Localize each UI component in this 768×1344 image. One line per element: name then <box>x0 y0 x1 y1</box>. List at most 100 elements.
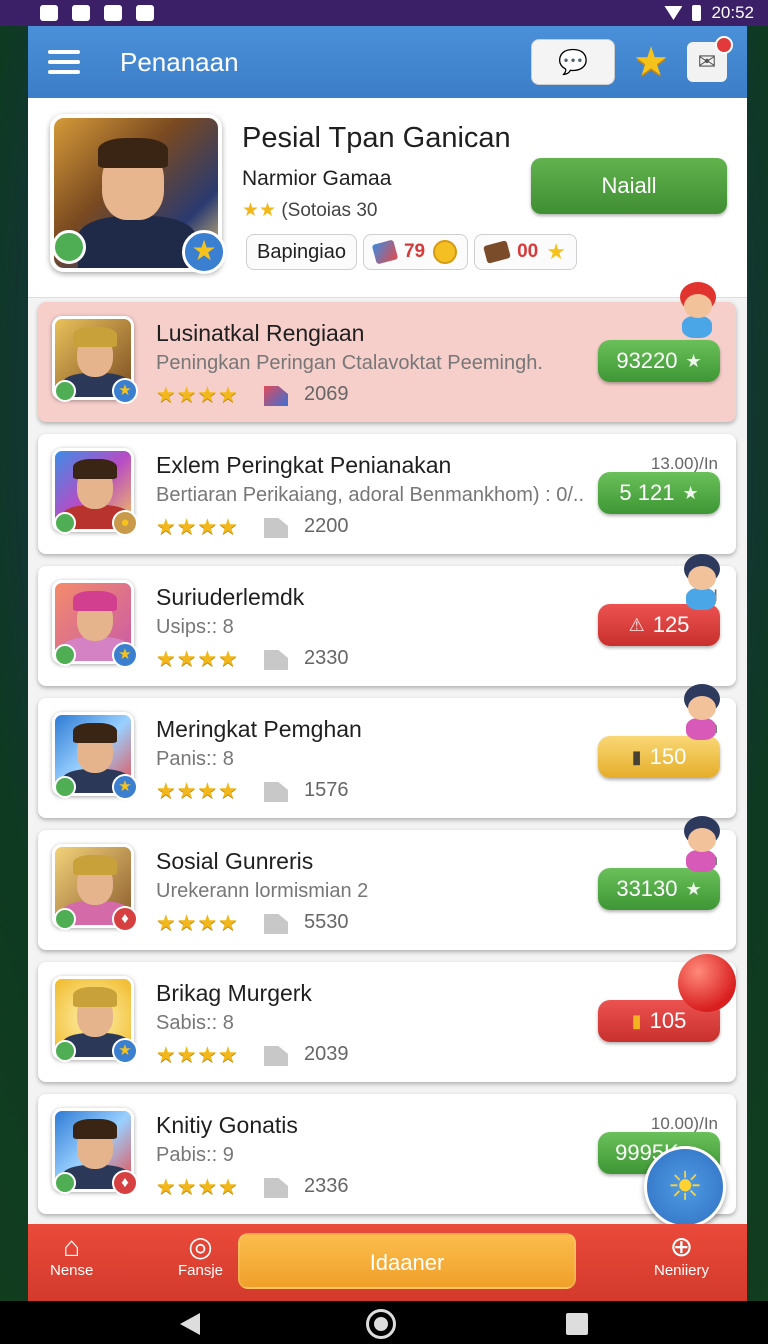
gift-badge-icon: ♦ <box>112 1170 138 1196</box>
list-item[interactable]: ♦ Knitiy Gonatis Pabis:: 9 ★★★★ 2336 10.… <box>38 1094 736 1214</box>
gem-chip[interactable]: 79 <box>362 234 469 270</box>
chat-bubble-icon: 💬 <box>558 48 589 76</box>
star-icon: ★ <box>685 350 702 371</box>
item-stars: ★★★★ <box>156 778 239 803</box>
nav-profile-label: Fansje <box>178 1262 224 1279</box>
item-description: Sabis:: 8 <box>156 1012 234 1034</box>
item-description: Bertiaran Perikaiang, adoral Benmankhom)… <box>156 484 584 506</box>
recent-apps-icon[interactable] <box>566 1313 588 1335</box>
item-count: 1576 <box>304 779 349 801</box>
balloon-icon <box>678 954 736 1012</box>
score-badge-button[interactable]: ⚠ 125 <box>598 604 720 646</box>
item-stars: ★★★★ <box>156 514 239 539</box>
rating-stars: ★★ <box>242 200 277 221</box>
warning-icon: ⚠ <box>628 614 645 635</box>
score-badge-button[interactable]: 33130 ★ <box>598 868 720 910</box>
gem-icon <box>264 386 288 406</box>
level-badge-icon <box>54 512 76 534</box>
score-value: 150 <box>649 744 687 769</box>
nav-right[interactable]: ⊕ Neniiery <box>654 1231 709 1280</box>
messages-button[interactable]: ✉ <box>687 36 733 82</box>
coin-badge-icon: ● <box>112 510 138 536</box>
mascot-icon <box>678 684 724 740</box>
gem-count: 79 <box>403 241 426 262</box>
profile-avatar[interactable]: ★ <box>50 114 226 274</box>
profile-title: Pesial Tpan Ganican <box>242 122 511 154</box>
menu-icon[interactable] <box>48 50 80 74</box>
item-side-label: 13.00)/In <box>650 454 718 473</box>
item-stars: ★★★★ <box>156 1042 239 1067</box>
brick-count: 00 <box>517 241 539 262</box>
category-chip[interactable]: Bapingiao <box>246 234 357 270</box>
chat-button[interactable]: 💬 <box>531 39 616 85</box>
ticket-icon <box>264 1178 288 1198</box>
score-value: 93220 <box>616 348 678 373</box>
item-stars: ★★★★ <box>156 1174 239 1199</box>
star-badge-icon: ★ <box>182 230 226 274</box>
level-badge-icon <box>54 644 76 666</box>
profile-subtitle: Narmior Gamaa <box>242 167 392 190</box>
item-title: Lusinatkal Rengiaan <box>156 320 365 346</box>
item-stars: ★★★★ <box>156 910 239 935</box>
notification-dot <box>715 36 733 54</box>
list-item[interactable]: ★ Suriuderlemdk Usips:: 8 ★★★★ 2330 12I … <box>38 554 736 686</box>
follow-button[interactable]: Naiall <box>531 158 727 214</box>
gift-badge-icon: ♦ <box>112 906 138 932</box>
profile-header: ★ Pesial Tpan Ganican Narmior Gamaa ★★ (… <box>28 98 747 298</box>
star-badge-icon: ★ <box>112 1038 138 1064</box>
list-item[interactable]: ★ Meringkat Pemghan Panis:: 8 ★★★★ 1576 … <box>38 684 736 818</box>
score-badge-button[interactable]: 93220 ★ <box>598 340 720 382</box>
list-item[interactable]: ● Exlem Peringkat Penianakan Bertiaran P… <box>38 434 736 554</box>
item-side-label: 10.00)/In <box>650 1114 718 1133</box>
star-badge-icon: ★ <box>112 378 138 404</box>
list-item[interactable]: ★ Brikag Murgerk Sabis:: 8 ★★★★ 2039 19h… <box>38 954 736 1082</box>
chip-label: Bapingiao <box>257 240 346 263</box>
ticket-icon <box>264 782 288 802</box>
item-title: Knitiy Gonatis <box>156 1112 298 1138</box>
item-description: Peningkan Peringan Ctalavoktat Peemingh. <box>156 352 543 374</box>
list-item[interactable]: ♦ Sosial Gunreris Urekerann lormismian 2… <box>38 816 736 950</box>
item-description: Pabis:: 9 <box>156 1144 234 1166</box>
favorites-star-icon[interactable]: ★ <box>633 42 669 82</box>
profile-chips: Bapingiao 79 00 ★ <box>246 234 577 270</box>
nav-profile[interactable]: ◎ Fansje <box>178 1231 224 1280</box>
home-icon: ⌂ <box>63 1231 81 1262</box>
camera-icon: ◎ <box>188 1231 213 1262</box>
list-item[interactable]: ★ Lusinatkal Rengiaan Peningkan Peringan… <box>38 282 736 422</box>
card-icon: ▮ <box>631 746 642 767</box>
nav-home[interactable]: ⌂ Nense <box>50 1231 94 1280</box>
item-title: Meringkat Pemghan <box>156 716 362 742</box>
mascot-icon <box>678 554 724 610</box>
item-count: 2039 <box>304 1043 349 1065</box>
score-value: 105 <box>649 1008 687 1033</box>
battery-icon <box>692 5 702 21</box>
brick-icon <box>483 240 512 264</box>
main-action-button[interactable]: Idaaner <box>238 1233 576 1289</box>
sun-fab-button[interactable]: ☀ <box>644 1146 726 1228</box>
ticket-icon <box>264 518 288 538</box>
score-badge-button[interactable]: 5 121 ★ <box>598 472 720 514</box>
app-bar: Penanaan 💬 ★ ✉ <box>28 26 747 98</box>
nav-home-label: Nense <box>50 1262 94 1279</box>
item-description: Panis:: 8 <box>156 748 234 770</box>
star-badge-icon: ★ <box>112 642 138 668</box>
home-circle-icon[interactable] <box>366 1309 396 1339</box>
brick-chip[interactable]: 00 ★ <box>474 234 577 270</box>
coin-icon <box>433 240 458 264</box>
status-bar: 20:52 <box>0 0 768 26</box>
level-badge-icon <box>54 1172 76 1194</box>
score-badge-button[interactable]: ▮ 150 <box>598 736 720 778</box>
item-description: Urekerann lormismian 2 <box>156 880 369 902</box>
ticket-icon <box>264 650 288 670</box>
item-title: Exlem Peringkat Penianakan <box>156 452 452 478</box>
item-count: 5530 <box>304 911 349 933</box>
item-title: Suriuderlemdk <box>156 584 305 610</box>
level-badge-icon <box>54 776 76 798</box>
message-icon: ✉ <box>697 49 717 74</box>
item-title: Sosial Gunreris <box>156 848 314 874</box>
profile-rating: ★★ (Sotoias 30 <box>242 199 512 222</box>
back-icon[interactable] <box>180 1313 200 1335</box>
app-bar-actions: 💬 ★ ✉ <box>531 36 733 85</box>
download-icon: ⊕ <box>669 1231 694 1262</box>
ticket-icon <box>264 1046 288 1066</box>
